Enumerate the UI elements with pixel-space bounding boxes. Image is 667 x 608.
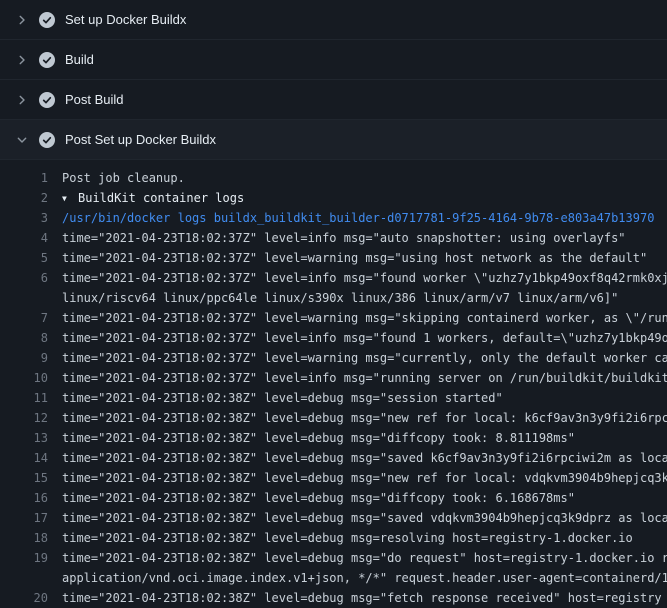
log-lines: 1 Post job cleanup. 2 ▼BuildKit container l…: [0, 160, 667, 608]
log-line-number[interactable]: 1: [0, 171, 48, 185]
step-header-post-set-up-docker-buildx[interactable]: Post Set up Docker Buildx: [0, 120, 667, 160]
log-line-text: time="2021-04-23T18:02:37Z" level=info m…: [62, 331, 667, 345]
log-line-text: time="2021-04-23T18:02:38Z" level=debug …: [62, 591, 667, 605]
log-line: 15 time="2021-04-23T18:02:38Z" level=debu…: [0, 468, 667, 488]
log-line: 13 time="2021-04-23T18:02:38Z" level=debu…: [0, 428, 667, 448]
log-line-number[interactable]: 2: [0, 191, 48, 205]
log-line-text: time="2021-04-23T18:02:38Z" level=debug …: [62, 431, 667, 445]
log-line-text: Post job cleanup.: [62, 171, 667, 185]
log-line: 17 time="2021-04-23T18:02:38Z" level=debu…: [0, 508, 667, 528]
log-line-number[interactable]: 3: [0, 211, 48, 225]
log-line-number[interactable]: 14: [0, 451, 48, 465]
log-line-text: time="2021-04-23T18:02:37Z" level=warnin…: [62, 351, 667, 365]
step-label: Post Build: [65, 92, 124, 107]
log-line-text: time="2021-04-23T18:02:38Z" level=debug …: [62, 531, 667, 545]
log-line: 9 time="2021-04-23T18:02:37Z" level=warni…: [0, 348, 667, 368]
log-line-number[interactable]: 17: [0, 511, 48, 525]
log-line-text: /usr/bin/docker logs buildx_buildkit_bui…: [62, 211, 667, 225]
log-line: 19 time="2021-04-23T18:02:38Z" level=debu…: [0, 548, 667, 568]
log-line: 20 time="2021-04-23T18:02:38Z" level=debu…: [0, 588, 667, 608]
log-line-text: time="2021-04-23T18:02:37Z" level=warnin…: [62, 251, 667, 265]
log-line-number[interactable]: 19: [0, 551, 48, 565]
step-label: Build: [65, 52, 94, 67]
log-line: 2 ▼BuildKit container logs: [0, 188, 667, 208]
chevron-down-icon[interactable]: [15, 133, 39, 147]
log-line-text: time="2021-04-23T18:02:38Z" level=debug …: [62, 551, 667, 565]
log-line-text: time="2021-04-23T18:02:38Z" level=debug …: [62, 491, 667, 505]
log-line: 3/usr/bin/docker logs buildx_buildkit_bu…: [0, 208, 667, 228]
log-line-number[interactable]: 20: [0, 591, 48, 605]
log-line-number[interactable]: 16: [0, 491, 48, 505]
check-circle-icon: [39, 132, 65, 148]
step-header-build[interactable]: Build: [0, 40, 667, 80]
step-header-post-build[interactable]: Post Build: [0, 80, 667, 120]
check-circle-icon: [39, 52, 65, 68]
log-line-number[interactable]: 13: [0, 431, 48, 445]
log-line-text: time="2021-04-23T18:02:38Z" level=debug …: [62, 391, 667, 405]
log-line-number[interactable]: 4: [0, 231, 48, 245]
log-line: 12 time="2021-04-23T18:02:38Z" level=debu…: [0, 408, 667, 428]
log-line-continuation: application/vnd.oci.image.index.v1+json,…: [0, 568, 667, 588]
log-line: 11 time="2021-04-23T18:02:38Z" level=debu…: [0, 388, 667, 408]
step-header-set-up-docker-buildx[interactable]: Set up Docker Buildx: [0, 0, 667, 40]
log-line-text: time="2021-04-23T18:02:37Z" level=info m…: [62, 271, 667, 285]
log-line-number[interactable]: 5: [0, 251, 48, 265]
chevron-right-icon[interactable]: [15, 53, 39, 67]
group-toggle-icon[interactable]: ▼: [62, 194, 78, 203]
check-circle-icon: [39, 12, 65, 28]
log-line: 5 time="2021-04-23T18:02:37Z" level=warni…: [0, 248, 667, 268]
chevron-right-icon[interactable]: [15, 93, 39, 107]
log-line-number[interactable]: 15: [0, 471, 48, 485]
log-line-text: time="2021-04-23T18:02:37Z" level=info m…: [62, 231, 667, 245]
log-line: 16 time="2021-04-23T18:02:38Z" level=debu…: [0, 488, 667, 508]
log-line-text: time="2021-04-23T18:02:37Z" level=warnin…: [62, 311, 667, 325]
log-line-text: application/vnd.oci.image.index.v1+json,…: [62, 571, 667, 585]
log-line-number[interactable]: 6: [0, 271, 48, 285]
chevron-right-icon[interactable]: [15, 13, 39, 27]
log-line-text: linux/riscv64 linux/ppc64le linux/s390x …: [62, 291, 667, 305]
log-line: 7 time="2021-04-23T18:02:37Z" level=warni…: [0, 308, 667, 328]
log-line-text: time="2021-04-23T18:02:38Z" level=debug …: [62, 471, 667, 485]
log-line-number[interactable]: 9: [0, 351, 48, 365]
log-line: 1 Post job cleanup.: [0, 168, 667, 188]
step-label: Set up Docker Buildx: [65, 12, 186, 27]
log-line: 6 time="2021-04-23T18:02:37Z" level=info …: [0, 268, 667, 288]
log-line-number[interactable]: 12: [0, 411, 48, 425]
log-line-continuation: linux/riscv64 linux/ppc64le linux/s390x …: [0, 288, 667, 308]
log-line-text: time="2021-04-23T18:02:37Z" level=info m…: [62, 371, 667, 385]
log-line-text: time="2021-04-23T18:02:38Z" level=debug …: [62, 511, 667, 525]
log-line-number[interactable]: 11: [0, 391, 48, 405]
log-line-text: BuildKit container logs: [78, 191, 667, 205]
log-line-number[interactable]: 10: [0, 371, 48, 385]
log-line-text: time="2021-04-23T18:02:38Z" level=debug …: [62, 451, 667, 465]
log-line: 14 time="2021-04-23T18:02:38Z" level=debu…: [0, 448, 667, 468]
log-line-text: time="2021-04-23T18:02:38Z" level=debug …: [62, 411, 667, 425]
log-line-number[interactable]: 18: [0, 531, 48, 545]
step-label: Post Set up Docker Buildx: [65, 132, 216, 147]
log-line: 4 time="2021-04-23T18:02:37Z" level=info …: [0, 228, 667, 248]
log-line: 8 time="2021-04-23T18:02:37Z" level=info …: [0, 328, 667, 348]
log-line: 18 time="2021-04-23T18:02:38Z" level=debu…: [0, 528, 667, 548]
check-circle-icon: [39, 92, 65, 108]
log-line-number[interactable]: 8: [0, 331, 48, 345]
steps-list: Set up Docker Buildx Build Post Build Post …: [0, 0, 667, 160]
log-line-number[interactable]: 7: [0, 311, 48, 325]
log-line: 10 time="2021-04-23T18:02:37Z" level=info…: [0, 368, 667, 388]
